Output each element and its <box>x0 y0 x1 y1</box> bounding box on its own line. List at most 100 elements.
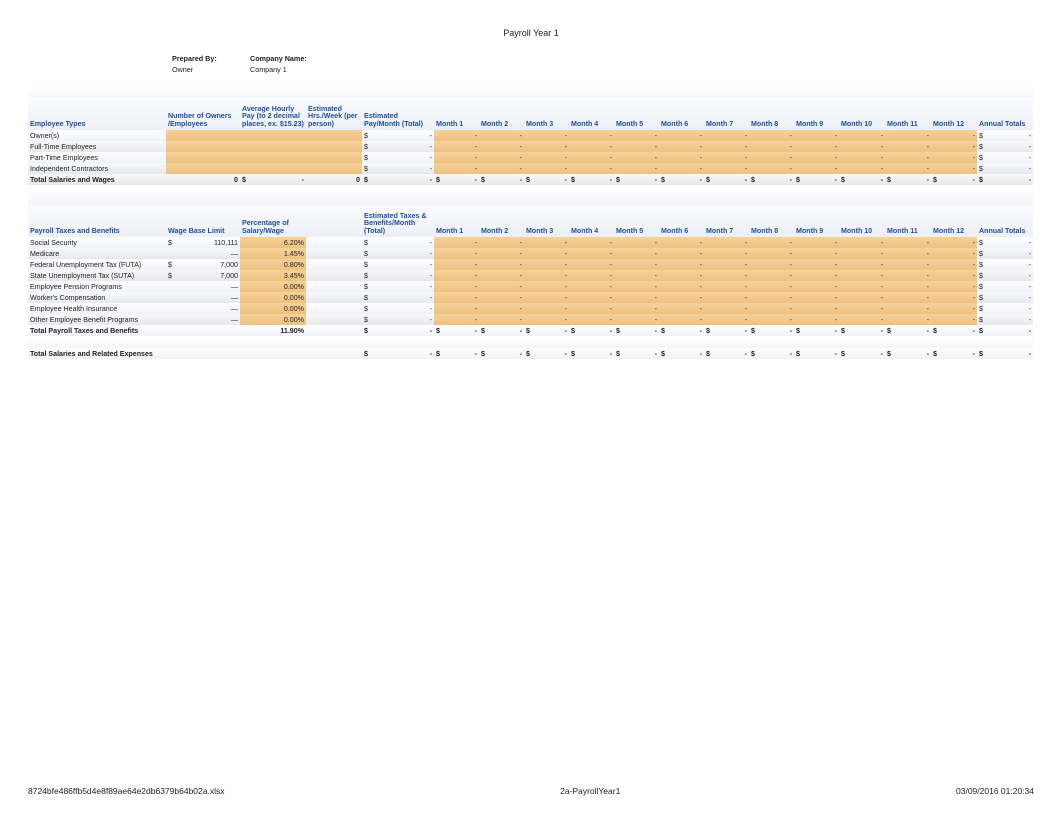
tax-month-cell[interactable]: - <box>704 270 749 281</box>
tax-month-cell[interactable]: - <box>569 281 614 292</box>
tax-month-cell[interactable]: - <box>614 303 659 314</box>
tax-month-cell[interactable]: - <box>794 292 839 303</box>
tax-month-cell[interactable]: - <box>704 259 749 270</box>
tax-pct-cell[interactable]: 0.80% <box>240 259 306 270</box>
employee-month-cell[interactable]: - <box>659 152 704 163</box>
tax-month-cell[interactable]: - <box>434 281 479 292</box>
tax-month-cell[interactable]: - <box>794 281 839 292</box>
employee-month-cell[interactable]: - <box>524 130 569 141</box>
tax-month-cell[interactable]: - <box>659 270 704 281</box>
tax-month-cell[interactable]: - <box>704 281 749 292</box>
tax-month-cell[interactable]: - <box>885 314 931 325</box>
tax-month-cell[interactable]: - <box>885 270 931 281</box>
employee-month-cell[interactable]: - <box>569 130 614 141</box>
tax-month-cell[interactable]: - <box>749 248 794 259</box>
tax-month-cell[interactable]: - <box>614 292 659 303</box>
employee-month-cell[interactable]: - <box>885 130 931 141</box>
employee-month-cell[interactable]: - <box>704 163 749 174</box>
tax-month-cell[interactable]: - <box>614 248 659 259</box>
tax-month-cell[interactable]: - <box>794 303 839 314</box>
tax-month-cell[interactable]: - <box>659 248 704 259</box>
tax-month-cell[interactable]: - <box>931 259 977 270</box>
employee-month-cell[interactable]: - <box>931 163 977 174</box>
employee-month-cell[interactable]: - <box>479 152 524 163</box>
tax-month-cell[interactable]: - <box>839 237 885 248</box>
employee-month-cell[interactable]: - <box>434 141 479 152</box>
employee-month-cell[interactable]: - <box>749 130 794 141</box>
tax-month-cell[interactable]: - <box>524 281 569 292</box>
tax-month-cell[interactable]: - <box>614 259 659 270</box>
tax-month-cell[interactable]: - <box>931 303 977 314</box>
tax-month-cell[interactable]: - <box>524 248 569 259</box>
employee-month-cell[interactable]: - <box>885 152 931 163</box>
employee-month-cell[interactable]: - <box>794 152 839 163</box>
employee-input-cell[interactable] <box>240 152 306 163</box>
tax-month-cell[interactable]: - <box>794 270 839 281</box>
employee-month-cell[interactable]: - <box>434 163 479 174</box>
tax-month-cell[interactable]: - <box>794 248 839 259</box>
tax-month-cell[interactable]: - <box>704 303 749 314</box>
tax-month-cell[interactable]: - <box>659 303 704 314</box>
employee-month-cell[interactable]: - <box>704 152 749 163</box>
tax-pct-cell[interactable]: 0.00% <box>240 281 306 292</box>
employee-input-cell[interactable] <box>166 152 240 163</box>
tax-month-cell[interactable]: - <box>885 303 931 314</box>
tax-pct-cell[interactable]: 3.45% <box>240 270 306 281</box>
tax-month-cell[interactable]: - <box>479 303 524 314</box>
tax-month-cell[interactable]: - <box>524 270 569 281</box>
tax-month-cell[interactable]: - <box>569 259 614 270</box>
employee-input-cell[interactable] <box>306 130 362 141</box>
tax-month-cell[interactable]: - <box>524 259 569 270</box>
tax-month-cell[interactable]: - <box>659 281 704 292</box>
employee-month-cell[interactable]: - <box>931 130 977 141</box>
tax-month-cell[interactable]: - <box>479 292 524 303</box>
tax-month-cell[interactable]: - <box>931 314 977 325</box>
employee-month-cell[interactable]: - <box>434 152 479 163</box>
employee-input-cell[interactable] <box>240 141 306 152</box>
tax-month-cell[interactable]: - <box>569 248 614 259</box>
tax-month-cell[interactable]: - <box>659 314 704 325</box>
tax-month-cell[interactable]: - <box>704 292 749 303</box>
tax-month-cell[interactable]: - <box>659 292 704 303</box>
employee-month-cell[interactable]: - <box>524 163 569 174</box>
employee-month-cell[interactable]: - <box>524 141 569 152</box>
tax-month-cell[interactable]: - <box>479 281 524 292</box>
tax-month-cell[interactable]: - <box>885 237 931 248</box>
employee-month-cell[interactable]: - <box>614 152 659 163</box>
employee-input-cell[interactable] <box>306 141 362 152</box>
tax-month-cell[interactable]: - <box>749 237 794 248</box>
tax-pct-cell[interactable]: 1.45% <box>240 248 306 259</box>
tax-month-cell[interactable]: - <box>931 237 977 248</box>
employee-month-cell[interactable]: - <box>794 130 839 141</box>
employee-input-cell[interactable] <box>240 163 306 174</box>
employee-month-cell[interactable]: - <box>479 163 524 174</box>
employee-input-cell[interactable] <box>306 163 362 174</box>
tax-month-cell[interactable]: - <box>524 292 569 303</box>
tax-month-cell[interactable]: - <box>524 237 569 248</box>
employee-month-cell[interactable]: - <box>704 141 749 152</box>
tax-month-cell[interactable]: - <box>479 259 524 270</box>
tax-month-cell[interactable]: - <box>569 237 614 248</box>
tax-month-cell[interactable]: - <box>434 259 479 270</box>
tax-month-cell[interactable]: - <box>614 281 659 292</box>
tax-month-cell[interactable]: - <box>839 259 885 270</box>
employee-month-cell[interactable]: - <box>839 130 885 141</box>
tax-month-cell[interactable]: - <box>885 248 931 259</box>
tax-month-cell[interactable]: - <box>749 259 794 270</box>
tax-month-cell[interactable]: - <box>749 281 794 292</box>
employee-month-cell[interactable]: - <box>931 141 977 152</box>
tax-month-cell[interactable]: - <box>479 248 524 259</box>
tax-month-cell[interactable]: - <box>794 237 839 248</box>
tax-month-cell[interactable]: - <box>524 314 569 325</box>
tax-month-cell[interactable]: - <box>931 248 977 259</box>
employee-month-cell[interactable]: - <box>659 130 704 141</box>
tax-month-cell[interactable]: - <box>569 314 614 325</box>
tax-month-cell[interactable]: - <box>614 314 659 325</box>
employee-month-cell[interactable]: - <box>614 130 659 141</box>
tax-month-cell[interactable]: - <box>569 303 614 314</box>
tax-month-cell[interactable]: - <box>659 237 704 248</box>
tax-month-cell[interactable]: - <box>434 303 479 314</box>
employee-input-cell[interactable] <box>166 130 240 141</box>
tax-pct-cell[interactable]: 0.00% <box>240 303 306 314</box>
tax-month-cell[interactable]: - <box>839 292 885 303</box>
